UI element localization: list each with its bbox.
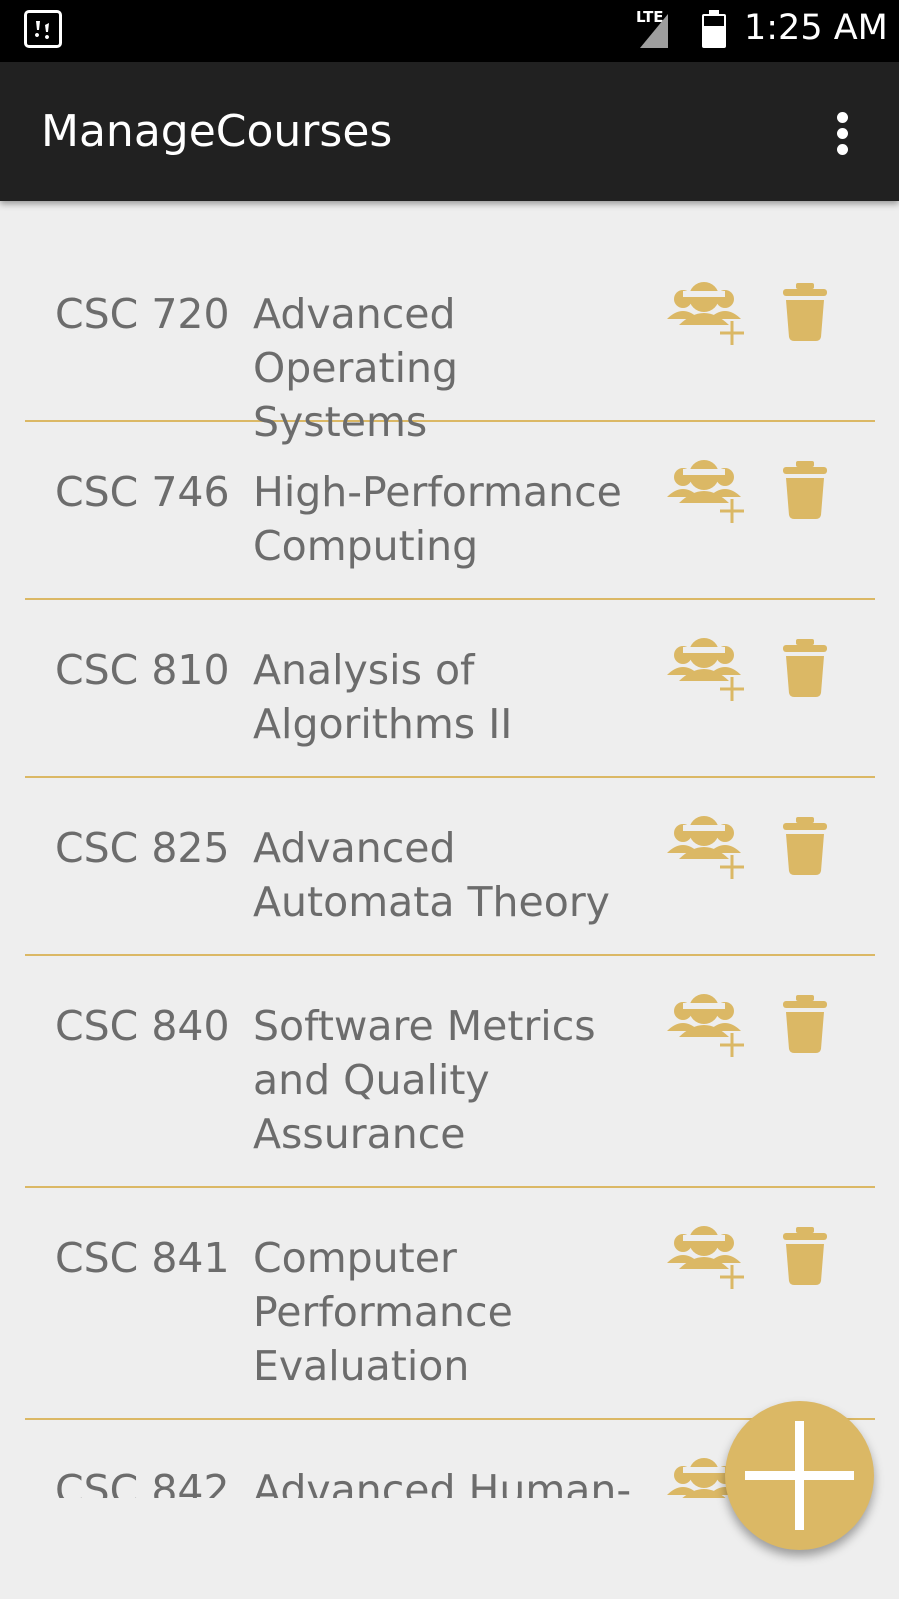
list-item[interactable]: CSC 810 Analysis of Algorithms II bbox=[25, 638, 875, 778]
course-title: Advanced Operating Systems bbox=[253, 290, 458, 446]
trash-icon[interactable] bbox=[783, 1227, 827, 1285]
app-bar: ManageCourses bbox=[0, 62, 899, 201]
add-students-icon[interactable] bbox=[667, 815, 747, 879]
course-code: CSC 840 bbox=[55, 1002, 230, 1050]
trash-icon[interactable] bbox=[783, 995, 827, 1053]
add-students-icon[interactable] bbox=[667, 281, 747, 345]
list-item[interactable]: CSC 746 High-Performance Computing bbox=[25, 460, 875, 600]
course-title: High-Performance Computing bbox=[253, 468, 622, 570]
course-title: Software Metrics and Quality Assurance bbox=[253, 1002, 596, 1158]
add-students-icon[interactable] bbox=[667, 459, 747, 523]
course-list[interactable]: CSC 720 Advanced Operating Systems CSC 7… bbox=[0, 201, 899, 1498]
list-item[interactable]: CSC 840 Software Metrics and Quality Ass… bbox=[25, 994, 875, 1188]
course-code: CSC 825 bbox=[55, 824, 230, 872]
list-item[interactable]: CSC 841 Computer Performance Evaluation bbox=[25, 1226, 875, 1420]
trash-icon[interactable] bbox=[783, 639, 827, 697]
course-title: Analysis of Algorithms II bbox=[253, 646, 513, 748]
add-students-icon[interactable] bbox=[667, 1225, 747, 1289]
course-code: CSC 810 bbox=[55, 646, 230, 694]
course-title: Advanced Human- bbox=[253, 1466, 632, 1498]
add-course-button[interactable] bbox=[725, 1401, 874, 1550]
battery-icon bbox=[702, 10, 726, 48]
page-title: ManageCourses bbox=[41, 106, 393, 157]
course-title: Advanced Automata Theory bbox=[253, 824, 610, 926]
course-title: Computer Performance Evaluation bbox=[253, 1234, 513, 1390]
trash-icon[interactable] bbox=[783, 283, 827, 341]
trash-icon[interactable] bbox=[783, 817, 827, 875]
more-vert-icon[interactable] bbox=[826, 108, 860, 158]
add-students-icon[interactable] bbox=[667, 637, 747, 701]
course-code: CSC 841 bbox=[55, 1234, 230, 1282]
status-bar: LTE 1:25 AM bbox=[0, 0, 899, 62]
clock: 1:25 AM bbox=[744, 8, 888, 48]
add-students-icon[interactable] bbox=[667, 993, 747, 1057]
signal-icon bbox=[640, 14, 668, 48]
trash-icon[interactable] bbox=[783, 461, 827, 519]
course-code: CSC 720 bbox=[55, 290, 230, 338]
list-item[interactable]: CSC 720 Advanced Operating Systems bbox=[25, 282, 875, 446]
list-item[interactable]: CSC 825 Advanced Automata Theory bbox=[25, 816, 875, 956]
course-code: CSC 746 bbox=[55, 468, 230, 516]
course-code: CSC 842 bbox=[55, 1466, 230, 1498]
app-notification-icon bbox=[24, 10, 62, 48]
